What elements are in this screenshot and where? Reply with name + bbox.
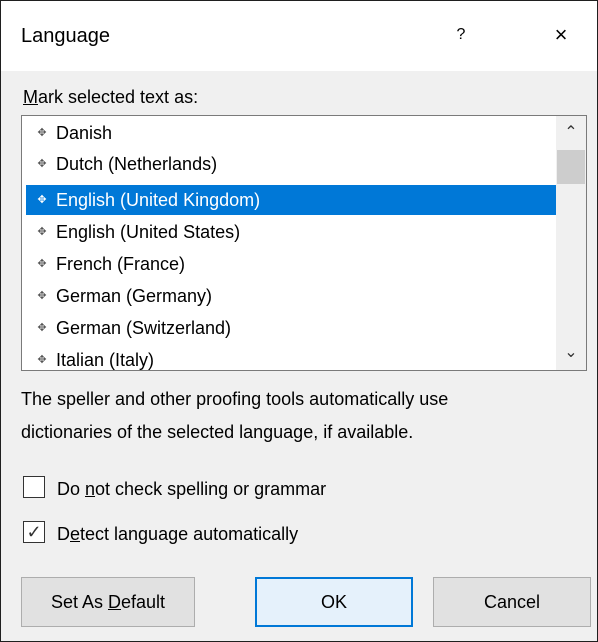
button-label-part: Set As <box>50 592 108 612</box>
ok-button[interactable]: OK <box>255 577 413 627</box>
spelling-check-icon: ✥ <box>37 322 47 334</box>
do-not-check-spelling-label: Do not check spelling or grammar <box>57 476 326 502</box>
label-part: tect language automatically <box>80 524 299 544</box>
list-item[interactable]: ✥ French (France) <box>26 249 557 279</box>
help-button[interactable]: ? <box>441 19 481 51</box>
info-line-2: dictionaries of the selected language, i… <box>21 422 414 442</box>
accelerator-n: n <box>85 479 96 499</box>
set-as-default-button[interactable]: Set As Default <box>21 577 195 627</box>
spelling-check-icon: ✥ <box>37 258 47 270</box>
language-dialog: Language ? × Mark selected text as: ✥ Dan… <box>0 0 598 642</box>
title-bar: Language ? × <box>1 1 597 71</box>
vertical-scrollbar[interactable]: ⌃ ⌄ <box>556 116 586 370</box>
proofing-info-text: The speller and other proofing tools aut… <box>21 383 581 449</box>
checkmark-icon: ✓ <box>26 522 42 542</box>
cancel-button[interactable]: Cancel <box>433 577 591 627</box>
scroll-thumb[interactable] <box>557 150 585 184</box>
list-item[interactable]: ✥ English (United States) <box>26 217 557 247</box>
accelerator-m: M <box>23 87 38 107</box>
detect-language-label: Detect language automatically <box>57 521 298 547</box>
scroll-down-icon[interactable]: ⌄ <box>556 338 586 368</box>
language-label: English (United Kingdom) <box>56 190 261 210</box>
list-item[interactable]: ✥ German (Germany) <box>26 281 557 311</box>
language-label: Italian (Italy) <box>56 350 155 370</box>
spelling-check-icon: ✥ <box>37 226 47 238</box>
label-part: D <box>57 524 70 544</box>
detect-language-checkbox[interactable]: ✓ <box>23 521 45 543</box>
list-item[interactable]: ✥ Dutch (Netherlands) <box>26 149 557 179</box>
language-label: English (United States) <box>56 222 241 242</box>
spelling-check-icon: ✥ <box>37 127 47 139</box>
spelling-check-icon: ✥ <box>37 354 47 366</box>
language-label: French (France) <box>56 254 186 274</box>
list-item[interactable]: ✥ German (Switzerland) <box>26 313 557 343</box>
label-part: Do <box>57 479 86 499</box>
language-label: Dutch (Netherlands) <box>56 154 218 174</box>
list-item[interactable]: ✥ Italian (Italy) <box>26 345 557 370</box>
list-item[interactable]: ✥ Danish <box>26 118 557 148</box>
spelling-check-icon: ✥ <box>37 194 47 206</box>
mark-selected-text-label: Mark selected text as: <box>23 87 198 108</box>
language-label: Danish <box>56 123 113 143</box>
accelerator-e: e <box>70 524 81 544</box>
do-not-check-spelling-checkbox[interactable] <box>23 476 45 498</box>
spelling-check-icon: ✥ <box>37 290 47 302</box>
label-rest: ark selected text as: <box>38 87 199 107</box>
accelerator-d: D <box>108 592 121 612</box>
button-label-part: efault <box>121 592 166 612</box>
label-part: ot check spelling or grammar <box>95 479 327 499</box>
language-label: German (Switzerland) <box>56 318 232 338</box>
dialog-title: Language <box>21 25 110 47</box>
list-item-selected[interactable]: ✥ English (United Kingdom) <box>26 185 557 215</box>
language-label: German (Germany) <box>56 286 213 306</box>
spelling-check-icon: ✥ <box>37 158 47 170</box>
language-listbox[interactable]: ✥ Danish ✥ Dutch (Netherlands) ✥ English (U… <box>21 115 587 371</box>
scroll-up-icon[interactable]: ⌃ <box>556 118 586 148</box>
close-button[interactable]: × <box>541 19 581 51</box>
info-line-1: The speller and other proofing tools aut… <box>21 389 449 409</box>
